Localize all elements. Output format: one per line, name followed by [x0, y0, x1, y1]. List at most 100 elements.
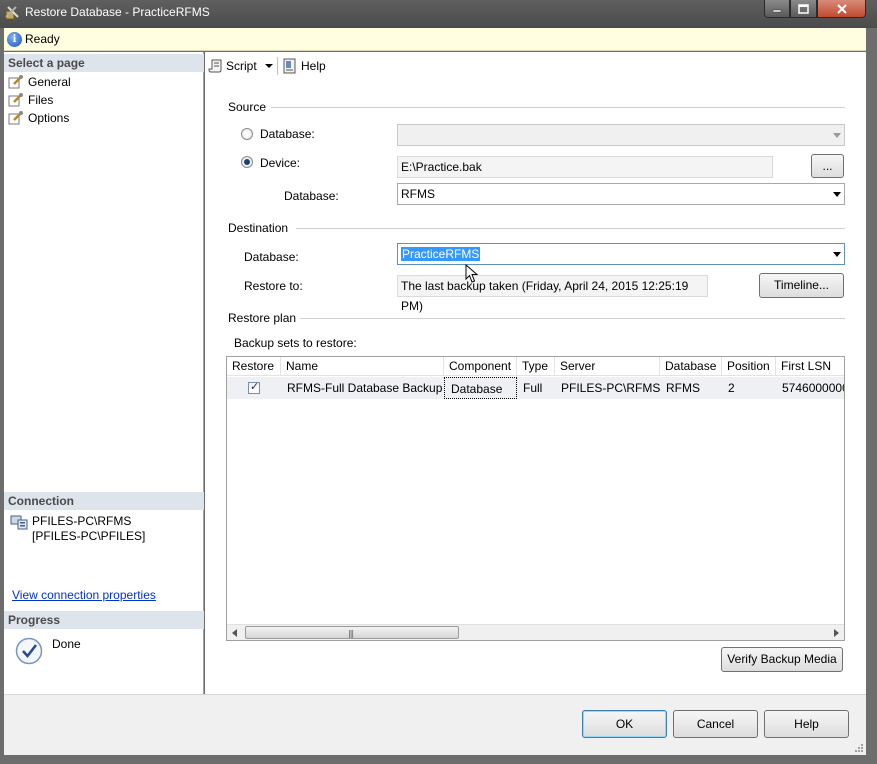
table-row[interactable]: RFMS-Full Database Backup Database Full … [227, 377, 844, 399]
progress-header: Progress [4, 611, 204, 629]
device-database-value: RFMS [401, 187, 435, 201]
help-toolbar-button[interactable]: Help [282, 57, 326, 75]
restore-plan-divider [300, 318, 845, 319]
script-icon [208, 59, 222, 73]
timeline-button[interactable]: Timeline... [759, 273, 844, 298]
source-group-label: Source [228, 100, 267, 114]
restore-database-window: Restore Database - PracticeRFMS i Ready … [0, 0, 877, 764]
progress-status: Done [52, 637, 81, 651]
page-item-files[interactable]: Files [8, 91, 53, 108]
cell-type: Full [523, 381, 543, 395]
cell-component[interactable]: Database [444, 377, 517, 399]
destination-database-combo[interactable]: PracticeRFMS [397, 243, 845, 265]
status-text: Ready [25, 32, 60, 46]
left-panel: Select a page General Files Options Conn… [4, 52, 204, 694]
cell-name: RFMS-Full Database Backup [287, 381, 443, 395]
column-header-restore[interactable]: Restore [227, 357, 281, 376]
close-icon [836, 3, 847, 14]
cell-server: PFILES-PC\RFMS [561, 381, 660, 395]
minimize-button[interactable] [764, 0, 790, 18]
destination-group-label: Destination [228, 221, 289, 235]
chevron-down-icon [833, 192, 841, 197]
cancel-button[interactable]: Cancel [673, 710, 758, 738]
backup-sets-grid[interactable]: Restore Name Component Type Server Datab… [226, 356, 845, 641]
wrench-page-icon [8, 92, 23, 106]
wrench-page-icon [8, 110, 23, 124]
database-source-radio[interactable] [241, 128, 253, 140]
destination-database-value[interactable]: PracticeRFMS [401, 247, 481, 261]
server-connection-icon [10, 515, 28, 530]
column-header-server[interactable]: Server [555, 357, 660, 376]
restore-to-field: The last backup taken (Friday, April 24,… [397, 275, 708, 313]
destination-divider [296, 228, 845, 229]
destination-database-label: Database: [244, 250, 299, 264]
device-path-value: E:\Practice.bak [401, 160, 482, 174]
mouse-cursor-icon [465, 264, 479, 283]
page-item-options[interactable]: Options [8, 109, 69, 126]
help-label: Help [301, 59, 326, 73]
chevron-down-icon [833, 133, 841, 138]
scroll-right-icon[interactable] [834, 629, 839, 637]
scroll-left-icon[interactable] [232, 629, 237, 637]
restore-to-value: The last backup taken (Friday, April 24,… [401, 279, 689, 313]
help-book-icon [283, 58, 296, 74]
horizontal-scrollbar[interactable]: ||| [227, 624, 844, 640]
grip-icon: ||| [348, 629, 354, 638]
connection-header: Connection [4, 492, 204, 510]
window-border [866, 28, 877, 764]
verify-backup-media-button[interactable]: Verify Backup Media [721, 647, 843, 672]
device-database-combo[interactable]: RFMS [397, 183, 845, 205]
source-divider [271, 107, 845, 108]
page-item-label: General [28, 74, 71, 89]
cell-database: RFMS [666, 381, 700, 395]
page-item-general[interactable]: General [8, 73, 71, 90]
help-button[interactable]: Help [764, 710, 849, 738]
column-header-position[interactable]: Position [722, 357, 776, 376]
device-path-field[interactable]: E:\Practice.bak [397, 156, 773, 178]
toolbar-separator [277, 57, 278, 75]
database-restore-icon [5, 6, 19, 20]
maximize-button[interactable] [790, 0, 817, 18]
info-icon: i [7, 32, 22, 47]
cell-first-lsn: 57460000000 [782, 381, 844, 395]
status-bar: i Ready [4, 28, 866, 51]
dialog-footer: OK Cancel Help [4, 694, 866, 755]
device-source-radio[interactable] [241, 156, 253, 168]
column-header-first-lsn[interactable]: First LSN [776, 357, 844, 376]
source-database-combo[interactable] [397, 124, 845, 146]
column-header-database[interactable]: Database [660, 357, 722, 376]
device-database-label: Database: [284, 189, 339, 203]
dropdown-arrow-icon [264, 64, 273, 68]
column-header-name[interactable]: Name [281, 357, 444, 376]
wrench-page-icon [8, 74, 23, 88]
database-source-label: Database: [260, 127, 315, 141]
select-page-header: Select a page [4, 54, 204, 72]
window-title: Restore Database - PracticeRFMS [25, 5, 210, 19]
connection-server: PFILES-PC\RFMS [32, 514, 132, 528]
page-item-label: Options [28, 110, 70, 125]
cell-position: 2 [728, 381, 735, 395]
done-check-icon [15, 637, 43, 665]
script-button[interactable]: Script [208, 57, 275, 75]
toolbar: Script Help [205, 52, 866, 80]
scroll-thumb[interactable]: ||| [245, 626, 459, 639]
script-label: Script [226, 59, 257, 73]
chevron-down-icon [833, 252, 841, 257]
maximize-icon [798, 3, 809, 14]
connection-user: [PFILES-PC\PFILES] [32, 529, 146, 543]
device-source-label: Device: [260, 156, 301, 170]
view-connection-properties-link[interactable]: View connection properties [12, 588, 156, 602]
grid-header: Restore Name Component Type Server Datab… [227, 357, 844, 376]
page-item-label: Files [28, 92, 54, 107]
column-header-type[interactable]: Type [517, 357, 555, 376]
ok-button[interactable]: OK [582, 710, 667, 738]
close-button[interactable] [817, 0, 866, 18]
column-header-component[interactable]: Component [444, 357, 517, 376]
restore-plan-group-label: Restore plan [228, 311, 297, 325]
restore-to-label: Restore to: [244, 279, 303, 293]
title-bar[interactable]: Restore Database - PracticeRFMS [0, 0, 877, 28]
resize-grip-icon[interactable] [854, 743, 864, 753]
browse-device-button[interactable]: ... [811, 154, 844, 178]
restore-checkbox[interactable] [248, 380, 260, 394]
backup-sets-label: Backup sets to restore: [234, 336, 357, 350]
